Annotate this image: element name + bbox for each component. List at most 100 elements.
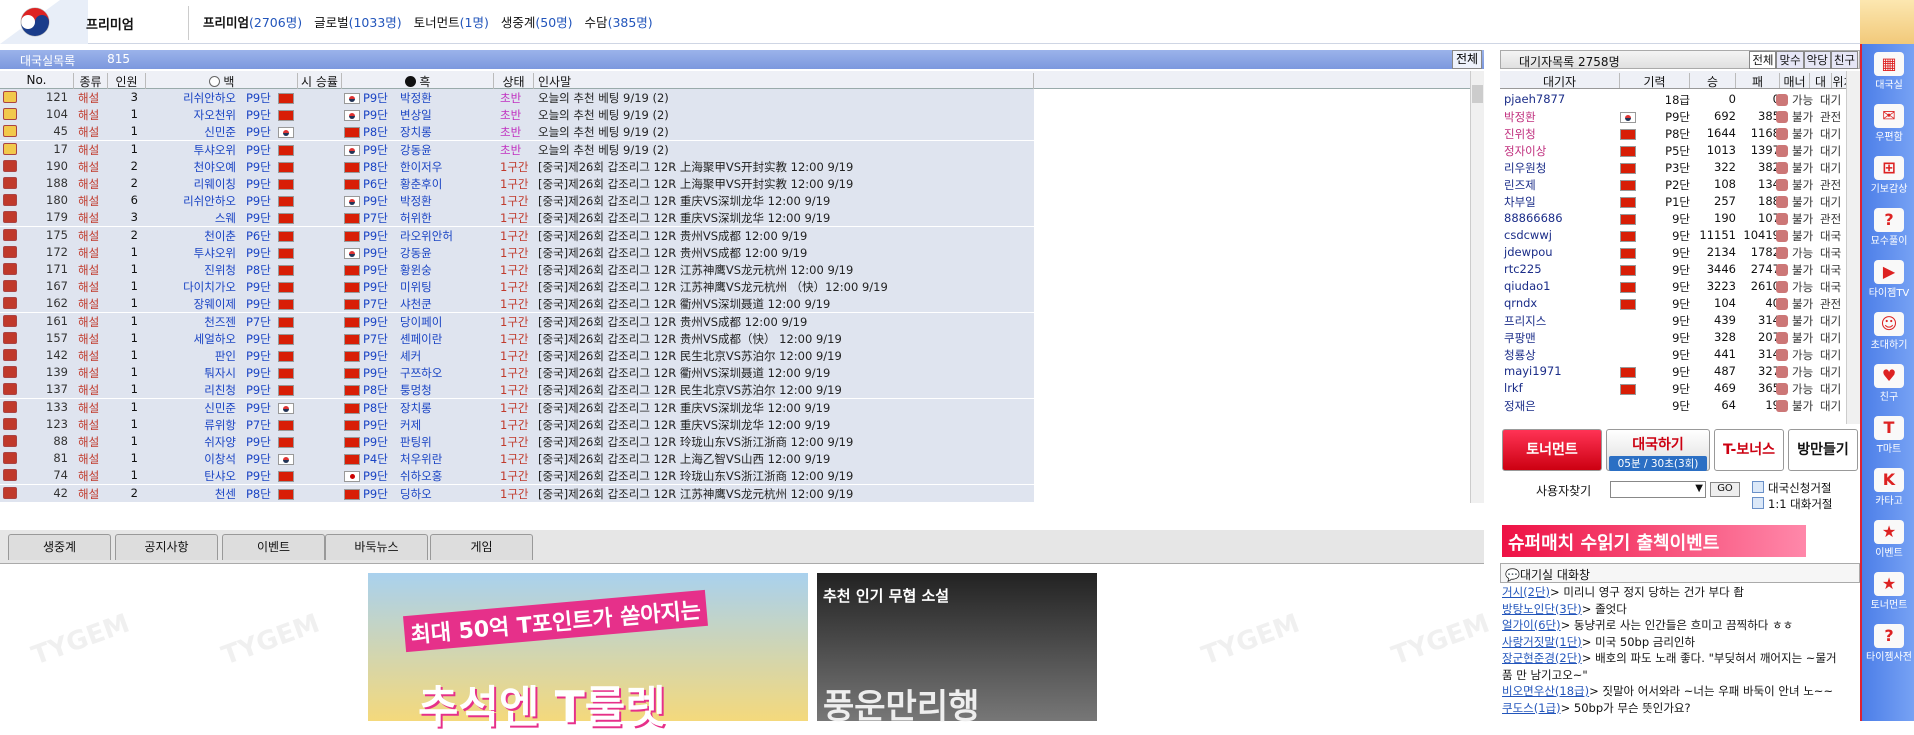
list-item[interactable]: lrkf 9단 469 365 가능 대기 [1500, 380, 1846, 397]
tournament-button[interactable]: 토너먼트 [1502, 429, 1602, 471]
col-manner[interactable]: 매너 [1780, 73, 1810, 89]
list-item[interactable]: 프리지스 9단 439 314 불가 대기 [1500, 312, 1846, 329]
table-row[interactable]: 45 해설 1 신민준 P9단 P8단 장치롱 초반 오늘의 추천 베팅 9/1… [0, 123, 1034, 141]
table-row[interactable]: 175 해설 2 천이춘 P6단 P9단 라오위안허 1구간 [중국]제26회 … [0, 226, 1034, 244]
col-play[interactable]: 대국 [1810, 73, 1832, 106]
side-menu-item[interactable]: K 카타고 [1865, 466, 1913, 512]
table-row[interactable]: 42 해설 2 천센 P8단 P9단 딩하오 1구간 [중국]제26회 갑조리그… [0, 484, 1034, 502]
table-row[interactable]: 121 해설 3 리쉬안하오 P9단 P9단 박정환 초반 오늘의 추천 베팅 … [0, 89, 1034, 106]
tab-live[interactable]: 생중계 [8, 534, 111, 560]
tab-all[interactable]: 전체 [1749, 51, 1777, 69]
tab-friends[interactable]: 친구 [1830, 51, 1858, 69]
calendar-icon[interactable] [1860, 0, 1914, 44]
reject-play-checkbox[interactable] [1752, 481, 1764, 493]
side-menu-item[interactable]: ☺ 초대하기 [1865, 310, 1913, 356]
table-row[interactable]: 190 해설 2 천야오예 P9단 P8단 한이저우 1구간 [중국]제26회 … [0, 157, 1034, 175]
tab-game[interactable]: 게임 [430, 534, 533, 560]
table-row[interactable]: 133 해설 1 신민준 P9단 P8단 장치롱 1구간 [중국]제26회 갑조… [0, 398, 1034, 416]
table-row[interactable]: 104 해설 1 자오천위 P9단 P9단 변상일 초반 오늘의 추천 베팅 9… [0, 106, 1034, 124]
t-bonus-button[interactable]: T-보너스 [1714, 429, 1784, 471]
col-no[interactable]: No. [0, 73, 74, 89]
col-count[interactable]: 인원 [108, 73, 146, 89]
novel-ad-banner[interactable]: 추천 인기 무협 소설 풍운만리행 [817, 573, 1097, 727]
chat-user-link[interactable]: 얼가이(6단) [1502, 618, 1561, 632]
table-row[interactable]: 157 해설 1 세얼하오 P9단 P7단 셴페이란 1구간 [중국]제26회 … [0, 329, 1034, 347]
roulette-ad-banner[interactable]: 최대 50억 T포인트가 쏟아지는 추석엔 T룰렛 [368, 573, 808, 733]
col-black[interactable]: 흑 [342, 73, 494, 89]
side-menu-item[interactable]: ⊞ 기보감상 [1865, 154, 1913, 200]
side-menu-item[interactable]: ? 묘수풀이 [1865, 206, 1913, 252]
scroll-thumb[interactable] [1472, 85, 1483, 103]
list-item[interactable]: 정재은 9단 64 19 불가 대기 [1500, 397, 1846, 414]
list-item[interactable]: 린즈제 P2단 108 134 불가 관전 [1500, 176, 1846, 193]
table-row[interactable]: 123 해설 1 류위항 P7단 P9단 커제 1구간 [중국]제26회 갑조리… [0, 415, 1034, 433]
table-row[interactable]: 88 해설 1 쉬자양 P9단 P9단 판팅위 1구간 [중국]제26회 갑조리… [0, 433, 1034, 450]
side-menu-item[interactable]: ✉ 우편함 [1865, 102, 1913, 148]
list-item[interactable]: 리우원청 P3단 322 382 불가 대기 [1500, 159, 1846, 176]
list-scrollbar[interactable] [1470, 71, 1484, 503]
side-menu-item[interactable]: ♥ 친구 [1865, 362, 1913, 408]
table-row[interactable]: 162 해설 1 장웨이제 P9단 P7단 샤천쿤 1구간 [중국]제26회 갑… [0, 295, 1034, 313]
list-item[interactable]: 정자이상 P5단 1013 1397 불가 대기 [1500, 142, 1846, 159]
list-item[interactable]: 차부일 P1단 257 188 불가 대기 [1500, 193, 1846, 210]
tab-rivals[interactable]: 맞수 [1776, 51, 1804, 69]
category-sudam[interactable]: 수담(385명) [585, 15, 653, 30]
category-global[interactable]: 글로벌(1033명) [314, 15, 402, 30]
col-kind[interactable]: 종류 [74, 73, 108, 89]
waiting-list-scrollbar[interactable] [1846, 71, 1860, 424]
make-room-button[interactable]: 방만들기 [1788, 429, 1858, 471]
table-row[interactable]: 142 해설 1 판인 P9단 P9단 셰커 1구간 [중국]제26회 갑조리그… [0, 347, 1034, 364]
chat-user-link[interactable]: 장군현준경(2단) [1502, 651, 1582, 665]
col-wins[interactable]: 승 [1690, 73, 1736, 89]
table-row[interactable]: 17 해설 1 투샤오위 P9단 P9단 강동윤 초반 오늘의 추천 베팅 9/… [0, 140, 1034, 158]
table-row[interactable]: 139 해설 1 퉈자시 P9단 P9단 구쯔하오 1구간 [중국]제26회 갑… [0, 364, 1034, 382]
col-losses[interactable]: 패 [1736, 73, 1780, 89]
list-item[interactable]: jdewpou 9단 2134 1782 가능 대국 [1500, 244, 1846, 261]
list-item[interactable]: 박정환 P9단 692 385 불가 관전 [1500, 108, 1846, 125]
table-row[interactable]: 161 해설 1 천즈젠 P7단 P9단 당이페이 1구간 [중국]제26회 갑… [0, 312, 1034, 330]
table-row[interactable]: 172 해설 1 투샤오위 P9단 P9단 강동윤 1구간 [중국]제26회 갑… [0, 243, 1034, 261]
chevron-down-icon[interactable]: ▼ [1695, 483, 1703, 494]
side-menu-item[interactable]: ★ 토너먼트 [1865, 570, 1913, 616]
filter-all-button[interactable]: 전체 [1452, 50, 1482, 69]
category-premium[interactable]: 프리미엄(2706명) [203, 15, 302, 30]
side-menu-item[interactable]: ★ 이벤트 [1865, 518, 1913, 564]
list-item[interactable]: pjaeh7877 18급 0 0 가능 대기 [1500, 91, 1846, 108]
side-menu-item[interactable]: ▶ 타이젬TV [1865, 258, 1913, 304]
list-item[interactable]: mayi1971 9단 487 327 가능 대기 [1500, 363, 1846, 380]
chat-log[interactable]: 거시(2단)> 미리니 영구 정지 당하는 건가 부다 좝 방탕노인단(3단)> … [1500, 584, 1846, 721]
tab-baduk-news[interactable]: 바둑뉴스 [325, 534, 428, 560]
tab-notice[interactable]: 공지사항 [115, 534, 218, 560]
side-menu-item[interactable]: T T마트 [1865, 414, 1913, 460]
table-row[interactable]: 137 해설 1 리친청 P9단 P8단 퉁멍청 1구간 [중국]제26회 갑조… [0, 381, 1034, 399]
list-item[interactable]: qrndx 9단 104 40 불가 관전 [1500, 295, 1846, 312]
list-item[interactable]: 쿠팡맨 9단 328 207 불가 대기 [1500, 329, 1846, 346]
list-item[interactable]: 진위청 P8단 1644 1168 불가 대기 [1500, 125, 1846, 142]
list-item[interactable]: csdcwwj 9단 11151 10419 불가 대국 [1500, 227, 1846, 244]
list-item[interactable]: 청룡상 9단 441 314 가능 대기 [1500, 346, 1846, 363]
col-rank[interactable]: 기력 [1620, 73, 1690, 89]
tab-event[interactable]: 이벤트 [222, 534, 325, 560]
table-row[interactable]: 179 해설 3 스웨 P9단 P7단 허위한 1구간 [중국]제26회 갑조리… [0, 209, 1034, 227]
search-go-button[interactable]: GO [1710, 482, 1740, 497]
tab-villains[interactable]: 악당 [1803, 51, 1831, 69]
table-row[interactable]: 180 해설 6 리쉬안하오 P9단 P9단 박정환 1구간 [중국]제26회 … [0, 192, 1034, 210]
list-item[interactable]: qiudao1 9단 3223 2610 가능 대국 [1500, 278, 1846, 295]
col-win-rate[interactable]: 시 승률 [298, 73, 342, 89]
reject-chat-checkbox[interactable] [1752, 497, 1764, 509]
side-menu-item[interactable]: ▦ 대국실 [1865, 50, 1913, 96]
chat-user-link[interactable]: 거시(2단) [1502, 585, 1550, 599]
table-row[interactable]: 188 해설 2 리웨이칭 P9단 P6단 황춘후이 1구간 [중국]제26회 … [0, 175, 1034, 192]
category-live[interactable]: 생중계(50명) [501, 15, 573, 30]
col-status[interactable]: 상태 [494, 73, 534, 89]
list-item[interactable]: 88866686 9단 190 107 불가 관전 [1500, 210, 1846, 227]
super-match-event-banner[interactable]: 슈퍼매치 수읽기 출첵이벤트 [1502, 525, 1806, 557]
table-row[interactable]: 167 해설 1 다이치가오 P9단 P9단 미위팅 1구간 [중국]제26회 … [0, 278, 1034, 296]
table-row[interactable]: 74 해설 1 탄샤오 P9단 P9단 쉬하오홍 1구간 [중국]제26회 갑조… [0, 467, 1034, 485]
col-white[interactable]: 백 [146, 73, 298, 89]
chat-user-link[interactable]: 비오면우산(18급) [1502, 684, 1589, 698]
table-row[interactable]: 81 해설 1 이창석 P9단 P4단 처우위란 1구간 [중국]제26회 갑조… [0, 450, 1034, 468]
chat-user-link[interactable]: 방탕노인단(3단) [1502, 602, 1582, 616]
col-greeting[interactable]: 인사말 [534, 73, 1034, 89]
table-row[interactable]: 171 해설 1 진위청 P8단 P9단 황윈숭 1구간 [중국]제26회 갑조… [0, 261, 1034, 278]
